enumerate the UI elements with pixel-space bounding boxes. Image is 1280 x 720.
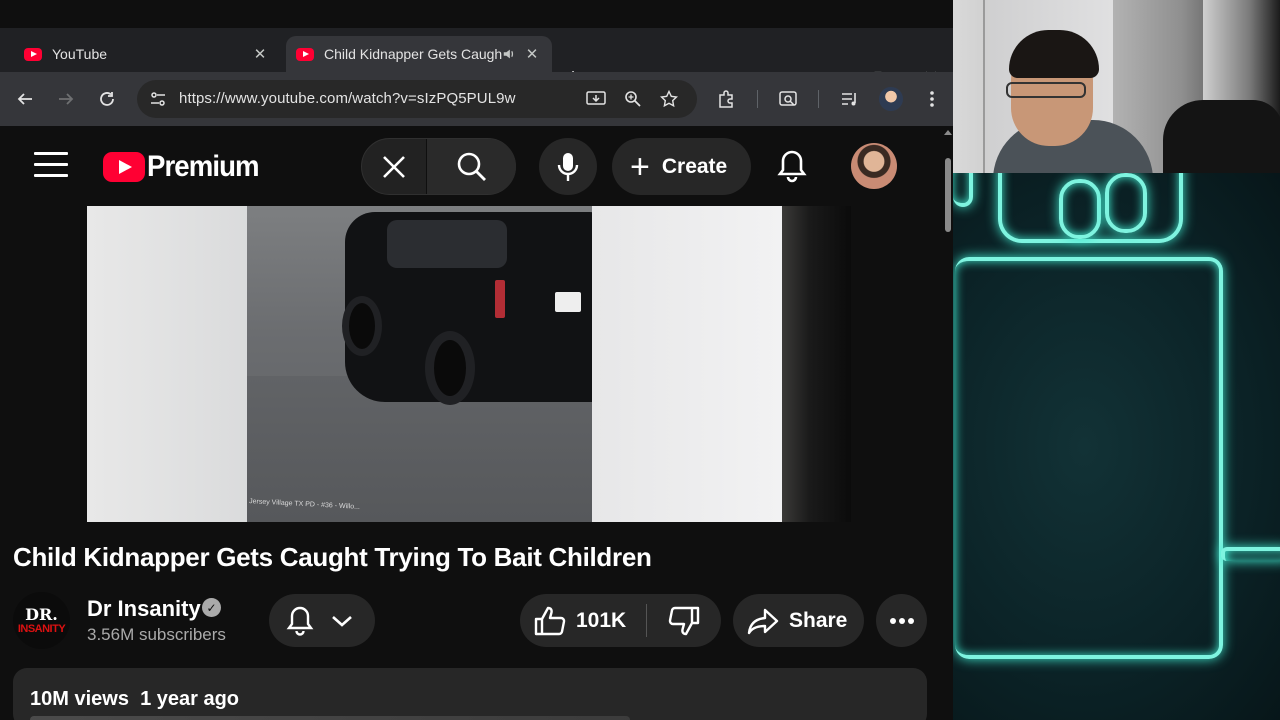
toolbar-divider [757, 90, 758, 108]
tab-close-icon[interactable]: ✕ [522, 45, 542, 63]
neon-shape-corner [953, 173, 973, 207]
webcam-overlay [953, 0, 1280, 173]
tab-strip: YouTube ✕ Child Kidnapper Gets Caught Tr… [0, 28, 953, 89]
video-frame-wheel [342, 296, 382, 356]
thumbs-down-icon [668, 606, 700, 635]
close-search-icon[interactable] [362, 139, 426, 194]
youtube-header: Premium + Create [0, 126, 943, 206]
more-icon [889, 617, 914, 624]
video-frame-edge [782, 206, 851, 522]
browser-window: YouTube ✕ Child Kidnapper Gets Caught Tr… [0, 0, 953, 720]
video-frame-paper [87, 206, 262, 522]
tab-video[interactable]: Child Kidnapper Gets Caught Trying To Ba… [286, 36, 552, 72]
page-scrollbar[interactable] [943, 126, 953, 720]
neon-shape-box [955, 257, 1223, 659]
webcam-person-glasses [1006, 82, 1086, 98]
install-icon[interactable] [584, 87, 608, 111]
media-icon[interactable] [838, 87, 862, 111]
video-title: Child Kidnapper Gets Caught Trying To Ba… [13, 542, 652, 572]
video-player[interactable]: Jersey Village TX PD - #36 - Willo... [87, 206, 851, 522]
view-count-and-date: 10M views 1 year ago [30, 688, 239, 711]
channel-avatar-line1: DR. [25, 604, 58, 624]
video-frame-paper-right [592, 206, 782, 522]
tab-title: YouTube [52, 46, 108, 62]
neon-shape-oval [1105, 173, 1147, 233]
lens-icon[interactable] [776, 87, 800, 111]
neon-shape-oval [1059, 179, 1101, 239]
verified-icon: ✓ [202, 598, 221, 617]
video-frame-plate [555, 292, 581, 312]
tab-youtube[interactable]: YouTube ✕ [14, 36, 280, 72]
webcam-chair [1163, 100, 1280, 173]
toolbar-divider [818, 90, 819, 108]
zoom-icon[interactable] [621, 87, 645, 111]
video-frame-window [387, 220, 507, 268]
video-frame-wheel [425, 331, 475, 405]
more-actions-button[interactable] [876, 594, 927, 647]
kebab-icon[interactable] [920, 87, 944, 111]
profile-icon[interactable] [879, 87, 903, 111]
menu-icon[interactable] [34, 152, 68, 180]
upload-date: 1 year ago [140, 688, 240, 710]
youtube-logo[interactable]: Premium [103, 150, 268, 184]
video-frame-taillight [495, 280, 505, 318]
bell-icon[interactable] [770, 144, 814, 188]
subscriber-count: 3.56M subscribers [87, 625, 226, 644]
address-bar[interactable]: https://www.youtube.com/watch?v=sIzPQ5PU… [137, 80, 697, 118]
tab-close-icon[interactable]: ✕ [250, 45, 270, 63]
chevron-down-icon [332, 615, 352, 627]
neon-shape-line [1221, 547, 1280, 561]
view-count: 10M views [30, 688, 129, 710]
notify-bell-icon [286, 606, 314, 636]
share-label: Share [789, 608, 848, 632]
share-icon [747, 608, 779, 634]
scroll-up-icon[interactable] [944, 130, 952, 135]
site-settings-icon[interactable] [146, 87, 170, 111]
dislike-button[interactable] [647, 594, 721, 647]
scroll-thumb[interactable] [945, 158, 951, 232]
like-dislike-group: 101K [520, 594, 721, 647]
share-button[interactable]: Share [733, 594, 864, 647]
youtube-favicon [24, 47, 42, 61]
notification-button[interactable] [269, 594, 375, 647]
youtube-logo-icon [103, 152, 145, 182]
search-icon[interactable] [427, 139, 516, 194]
plus-icon: + [630, 147, 650, 186]
reload-icon[interactable] [95, 87, 119, 111]
channel-name[interactable]: Dr Insanity [87, 596, 201, 622]
search-box [361, 138, 516, 195]
back-icon[interactable] [13, 87, 37, 111]
youtube-favicon [296, 47, 314, 61]
account-avatar[interactable] [851, 143, 897, 189]
like-count: 101K [576, 608, 627, 632]
channel-avatar[interactable]: DR. INSANITY [13, 592, 70, 649]
star-icon[interactable] [657, 87, 681, 111]
audio-icon[interactable] [502, 47, 516, 61]
like-button[interactable]: 101K [520, 594, 646, 647]
url-text: https://www.youtube.com/watch?v=sIzPQ5PU… [179, 90, 516, 107]
create-label: Create [661, 154, 728, 178]
thumbs-up-icon [534, 606, 566, 635]
description-text-cutoff [30, 716, 630, 720]
description-box[interactable]: 10M views 1 year ago [13, 668, 927, 720]
extensions-icon[interactable] [715, 87, 739, 111]
neon-background-panel [953, 173, 1280, 720]
browser-toolbar: https://www.youtube.com/watch?v=sIzPQ5PU… [0, 72, 953, 126]
logo-text: Premium [147, 150, 260, 183]
tab-title: Child Kidnapper Gets Caught Trying To Ba… [324, 46, 502, 62]
create-button[interactable]: + Create [612, 138, 751, 195]
mic-icon[interactable] [539, 138, 597, 195]
forward-icon[interactable] [54, 87, 78, 111]
channel-avatar-line2: INSANITY [17, 622, 66, 635]
